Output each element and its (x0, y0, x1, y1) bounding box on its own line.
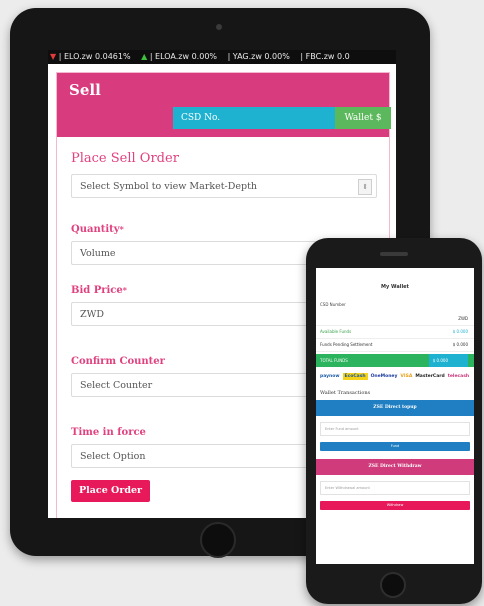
up-arrow-icon: ▲ (141, 52, 148, 61)
bid-price-value: ZWD (80, 309, 104, 320)
wallet-row: Available Funds $ 0.000 (316, 326, 474, 339)
wallet-row: Funds Pending Settlement $ 0.000 (316, 339, 474, 352)
csd-bar: CSD No. Wallet $ (173, 107, 391, 129)
csd-number-label: CSD Number (320, 302, 346, 307)
ticker-text: | ELO.zw 0.0461% (58, 52, 131, 61)
ticker-item: ▲ | ELOA.zw 0.00% (141, 52, 219, 61)
withdraw-heading: ZSE Direct Withdraw (316, 459, 474, 475)
page-title: Sell (69, 81, 101, 99)
topup-heading: ZSE Direct topup (316, 400, 474, 416)
mastercard-logo: MasterCard (415, 374, 445, 379)
visa-logo: VISA (400, 374, 413, 379)
bid-price-label-text: Bid Price (71, 285, 123, 296)
telecash-logo: telecash (447, 374, 470, 379)
wallet-button[interactable]: Wallet $ (335, 107, 391, 129)
ticker-text: | ELOA.zw 0.00% (149, 52, 218, 61)
required-mark: * (122, 285, 127, 295)
wallet-title: My Wallet (381, 284, 409, 290)
quantity-label: Quantity* (71, 224, 377, 235)
down-arrow-icon: ▼ (50, 52, 57, 61)
wallet-row-label: Available Funds (320, 329, 352, 334)
select-arrow-icon: ⇕ (358, 179, 372, 195)
total-funds-label: TOTAL FUNDS (320, 358, 348, 363)
wallet-row-value: ZWD (458, 316, 468, 321)
wallet-row-value: $ 0.000 (452, 342, 468, 347)
quantity-label-text: Quantity (71, 224, 120, 235)
ticker-item: ▼ | ELO.zw 0.0461% (50, 52, 133, 61)
withdraw-amount-input[interactable]: Enter Withdrawal amount (320, 481, 470, 495)
wallet-row-label: Funds Pending Settlement (320, 342, 373, 347)
ticker-item: | FBC.zw 0.0 (300, 52, 349, 61)
tablet-home-button (200, 522, 236, 558)
total-funds-value: $ 0.000 (428, 354, 468, 367)
paynow-logo: paynow (320, 374, 340, 379)
onemoney-logo: OneMoney (370, 374, 398, 379)
csd-label: CSD No. (181, 113, 221, 123)
withdraw-button[interactable]: Withdraw (320, 501, 470, 510)
phone-home-button (380, 572, 406, 598)
stock-ticker: ▼ | ELO.zw 0.0461% ▲ | ELOA.zw 0.00% | Y… (48, 50, 396, 64)
phone-device: My Wallet CSD Number ZWD Available Funds… (306, 238, 482, 604)
ticker-item: | YAG.zw 0.00% (228, 52, 293, 61)
fund-amount-placeholder: Enter Fund amount (325, 427, 359, 431)
ecocash-logo: EcoCash (342, 373, 368, 380)
ticker-text: | FBC.zw 0.0 (300, 52, 350, 61)
form-heading: Place Sell Order (71, 151, 179, 166)
time-in-force-select-value: Select Option (80, 451, 146, 462)
wallet-row: ZWD (316, 313, 474, 326)
ticker-text: | YAG.zw 0.00% (227, 52, 290, 61)
fund-amount-input[interactable]: Enter Fund amount (320, 422, 470, 436)
place-order-button[interactable]: Place Order (71, 480, 151, 502)
quantity-placeholder: Volume (80, 248, 116, 259)
wallet-row-value: $ 0.000 (452, 329, 468, 334)
counter-select-value: Select Counter (80, 380, 153, 391)
fund-button[interactable]: Fund (320, 442, 470, 451)
transactions-heading: Wallet Transactions (320, 390, 371, 396)
phone-screen: My Wallet CSD Number ZWD Available Funds… (316, 268, 474, 564)
sell-header: Sell CSD No. Wallet $ (57, 73, 391, 137)
phone-speaker (380, 252, 408, 256)
total-funds-row: TOTAL FUNDS $ 0.000 (316, 354, 474, 367)
required-mark: * (119, 224, 124, 234)
symbol-select-value: Select Symbol to view Market-Depth (80, 181, 258, 192)
tablet-camera (216, 24, 222, 30)
payment-logos: paynow EcoCash OneMoney VISA MasterCard … (316, 367, 474, 386)
symbol-select[interactable]: Select Symbol to view Market-Depth ⇕ (71, 174, 377, 198)
withdraw-amount-placeholder: Enter Withdrawal amount (325, 486, 370, 490)
